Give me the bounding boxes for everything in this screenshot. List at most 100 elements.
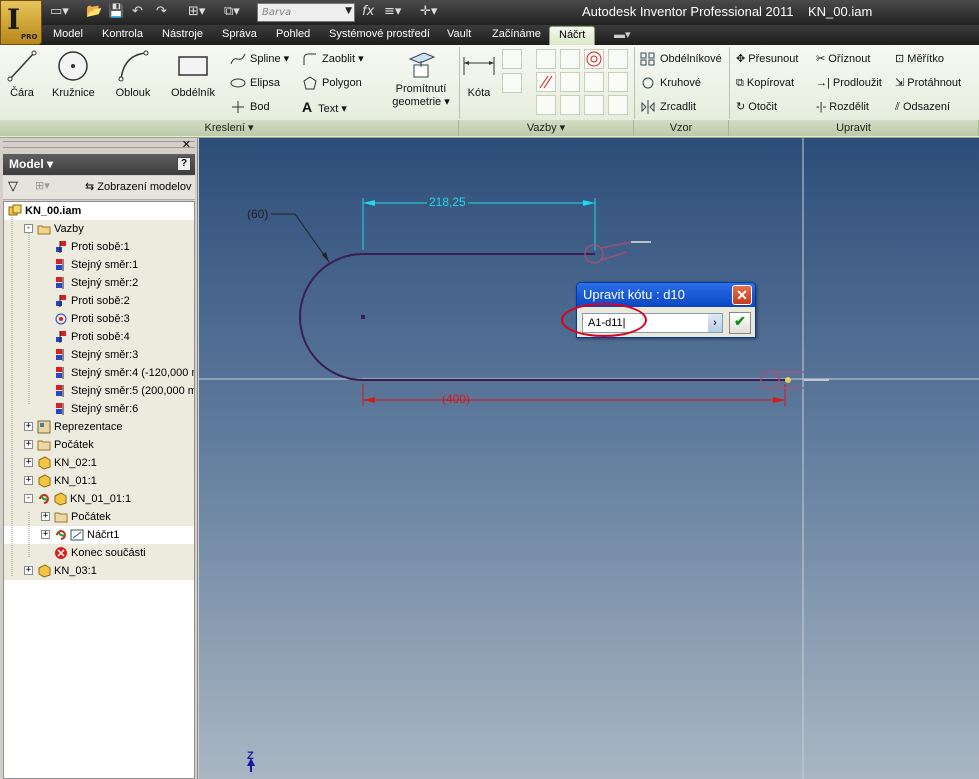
accept-button[interactable]: ✔	[729, 312, 751, 334]
coincident-icon[interactable]	[536, 49, 556, 69]
style-combo[interactable]: Barva ▼	[257, 3, 355, 22]
collapse-icon[interactable]: -	[24, 224, 33, 233]
symmetric-icon[interactable]	[584, 95, 604, 115]
filter-icon[interactable]: ▽	[8, 179, 18, 194]
tree-item[interactable]: + Počátek	[4, 508, 194, 526]
expand-icon[interactable]: +	[24, 422, 33, 431]
view-toggle-icon[interactable]: ▬▾	[614, 28, 631, 41]
polygon-button[interactable]: Polygon	[302, 74, 362, 92]
perpendicular-icon[interactable]	[560, 72, 580, 92]
new-icon[interactable]: ▭▾	[50, 4, 69, 20]
graphics-viewport[interactable]: 218,25 (60) (400) Z	[199, 138, 979, 779]
parallel-icon[interactable]	[536, 72, 556, 92]
tab-kontrola[interactable]: Kontrola	[102, 28, 143, 40]
tree-item[interactable]: Proti sobě:2	[4, 292, 194, 310]
tab-vault[interactable]: Vault	[447, 28, 471, 40]
expand-icon[interactable]: +	[41, 530, 50, 539]
hierarchy-icon[interactable]: ⊞▾	[35, 179, 50, 192]
horizontal-icon[interactable]	[584, 72, 604, 92]
collapse-icon[interactable]: -	[24, 494, 33, 503]
rotate-button[interactable]: ↻ Otočit	[736, 98, 777, 116]
text-button[interactable]: A Text ▾	[302, 98, 347, 116]
expand-icon[interactable]: +	[24, 476, 33, 485]
panel-grip[interactable]	[3, 141, 195, 148]
point-button[interactable]: Bod	[230, 98, 270, 116]
dim-bottom-value[interactable]: (400)	[442, 392, 470, 406]
smooth-icon[interactable]	[560, 95, 580, 115]
tab-systemove-prostredi[interactable]: Systémové prostředí	[329, 28, 430, 40]
concentric-icon[interactable]	[584, 49, 604, 69]
tree-item[interactable]: Proti sobě:1	[4, 238, 194, 256]
redo-icon[interactable]: ↷	[156, 4, 167, 20]
collinear-icon[interactable]	[560, 49, 580, 69]
chevron-right-icon[interactable]: ›	[708, 314, 722, 332]
tree-item[interactable]: + KN_02:1	[4, 454, 194, 472]
line-weight-icon[interactable]: ≡▾	[384, 4, 401, 20]
open-icon[interactable]: 📂	[86, 4, 102, 20]
tree-item[interactable]: Proti sobě:3	[4, 310, 194, 328]
return-icon[interactable]: ⧉▾	[224, 4, 240, 20]
move-button[interactable]: ✥ Přesunout	[736, 50, 798, 68]
browser-header[interactable]: Model ▾ ?	[3, 154, 195, 175]
group-kresleni[interactable]: Kreslení ▾	[0, 120, 459, 136]
tab-pohled[interactable]: Pohled	[276, 28, 310, 40]
arc-button[interactable]: Oblouk	[113, 49, 153, 99]
vertical-icon[interactable]	[608, 72, 628, 92]
circle-button[interactable]: Kružnice	[52, 49, 95, 99]
tree-item[interactable]: Stejný směr:5 (200,000 mr	[4, 382, 194, 400]
tree-item[interactable]: KN_00.iam	[4, 202, 194, 220]
tab-nastroje[interactable]: Nástroje	[162, 28, 203, 40]
expand-icon[interactable]: +	[24, 458, 33, 467]
stretch-button[interactable]: ⇲ Protáhnout	[895, 74, 961, 92]
undo-icon[interactable]: ↶	[132, 4, 143, 20]
select-icon[interactable]: ⊞▾	[188, 4, 205, 20]
dimension-button[interactable]: Kóta	[462, 49, 496, 99]
tree-item[interactable]: Stejný směr:4 (-120,000 m	[4, 364, 194, 382]
trim-button[interactable]: ✂ Oříznout	[816, 50, 870, 68]
help-icon[interactable]: ?	[177, 157, 191, 171]
tab-nacrt[interactable]: Náčrt	[549, 26, 596, 45]
tree-item[interactable]: Stejný směr:2	[4, 274, 194, 292]
rectangle-button[interactable]: Obdélník	[170, 49, 216, 99]
tree-item[interactable]: + Počátek	[4, 436, 194, 454]
save-icon[interactable]: 💾	[108, 4, 124, 20]
expand-icon[interactable]: +	[24, 566, 33, 575]
dim-top-value[interactable]: 218,25	[427, 195, 468, 209]
extend-button[interactable]: →| Prodloužit	[816, 74, 882, 92]
offset-button[interactable]: ⫽ Odsazení	[895, 98, 950, 116]
tree-item[interactable]: Proti sobě:4	[4, 328, 194, 346]
line-button[interactable]: Čára	[6, 49, 38, 99]
expand-icon[interactable]: +	[24, 440, 33, 449]
tree-item[interactable]: Stejný směr:1	[4, 256, 194, 274]
model-view-button[interactable]: ⇆ Zobrazení modelov	[85, 180, 191, 193]
sketch-canvas[interactable]	[199, 138, 979, 779]
ellipse-button[interactable]: Elipsa	[230, 74, 280, 92]
copy-button[interactable]: ⧉ Kopírovat	[736, 74, 794, 92]
tree-item[interactable]: + KN_01:1	[4, 472, 194, 490]
project-geometry-button[interactable]: Promítnutí geometrie ▾	[388, 49, 454, 108]
crosshair-icon[interactable]: ✛▾	[420, 4, 437, 20]
fillet-button[interactable]: Zaoblit ▾	[302, 50, 364, 68]
tab-sprava[interactable]: Správa	[222, 28, 257, 40]
auto-dimension-icon[interactable]	[502, 49, 522, 69]
tangent-icon[interactable]	[536, 95, 556, 115]
tree-item[interactable]: + KN_03:1	[4, 562, 194, 580]
group-vazby[interactable]: Vazby ▾	[459, 120, 634, 136]
fx-icon[interactable]: fx	[362, 4, 374, 20]
tab-zaciname[interactable]: Začínáme	[492, 28, 541, 40]
tree-item[interactable]: Stejný směr:3	[4, 346, 194, 364]
tree-item[interactable]: - Vazby	[4, 220, 194, 238]
dim-radius-value[interactable]: (60)	[247, 207, 268, 221]
tree-item[interactable]: - KN_01_01:1	[4, 490, 194, 508]
tree-item[interactable]: Konec součásti	[4, 544, 194, 562]
tree-item[interactable]: + Reprezentace	[4, 418, 194, 436]
fix-icon[interactable]	[608, 49, 628, 69]
close-icon[interactable]: ✕	[732, 285, 752, 305]
close-icon[interactable]: ✕	[182, 138, 191, 151]
rectangular-pattern-button[interactable]: Obdélníkové	[640, 50, 722, 68]
tree-item[interactable]: + Náčrt1	[4, 526, 194, 544]
show-constraints-icon[interactable]	[502, 73, 522, 93]
split-button[interactable]: -|- Rozdělit	[816, 98, 869, 116]
application-menu-button[interactable]: I PRO	[0, 0, 42, 45]
scale-button[interactable]: ⊡ Měřítko	[895, 50, 944, 68]
